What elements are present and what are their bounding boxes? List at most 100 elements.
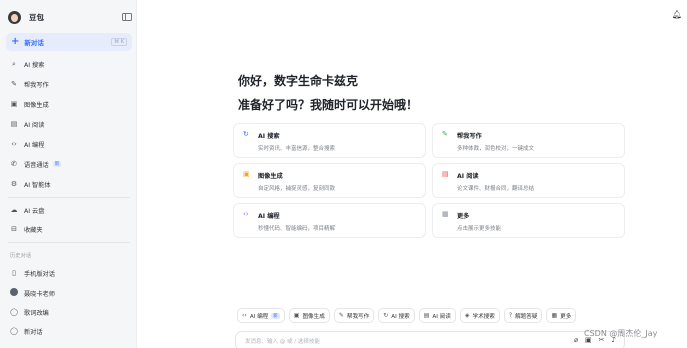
sidebar-item-label: AI 云盘 <box>24 207 45 215</box>
card-title: AI 阅读 <box>457 173 479 180</box>
sidebar-item-ai-search[interactable]: ⌕ AI 搜索 <box>6 56 132 72</box>
pen-icon: ✎ <box>442 130 448 138</box>
history-item[interactable]: 聂晓卡老师 <box>6 285 132 301</box>
history-item[interactable]: ◯ 新对话 <box>6 323 132 339</box>
academic-icon: ◈ <box>464 312 470 319</box>
chip-label: 更多 <box>560 313 572 320</box>
sidebar-item-label: AI 阅读 <box>24 121 45 129</box>
card-description: 秒懂代码、智能编码，项目精解 <box>258 226 336 232</box>
search-icon: ↻ <box>243 130 249 138</box>
sidebar-item-label: 图像生成 <box>24 101 49 109</box>
greeting-title: 你好，数字生命卡兹克 <box>238 74 359 88</box>
skill-chip-bar: ‹› AI 编程 新 ▣ 图像生成 ✎ 帮我写作 ↻ AI 搜索 ▤ AI 阅读… <box>237 308 577 323</box>
history-item-label: 手机版对话 <box>24 270 55 278</box>
chip-label: AI 搜索 <box>391 313 410 320</box>
skill-card-more[interactable]: ▦ 更多 点击展示更多技能 <box>432 203 625 238</box>
sidebar-item-label: AI 智能体 <box>24 181 51 189</box>
skill-card-ai-coding[interactable]: ‹› AI 编程 秒懂代码、智能编码，项目精解 <box>233 203 426 238</box>
image-icon: ▣ <box>10 99 18 108</box>
sidebar-item-label: AI 搜索 <box>24 61 45 69</box>
history-section-title: 历史对话 <box>10 253 32 259</box>
new-badge: 新 <box>52 161 62 167</box>
app-avatar[interactable] <box>8 10 21 24</box>
code-icon: ‹› <box>243 210 249 218</box>
book-icon: ▤ <box>442 170 449 178</box>
image-icon: ▣ <box>293 312 300 319</box>
question-icon: ? <box>508 312 513 319</box>
sidebar-item-ai-reading[interactable]: ▤ AI 阅读 <box>6 116 132 132</box>
new-badge: 新 <box>271 312 280 319</box>
sidebar-divider <box>8 197 130 198</box>
chip-ai-search[interactable]: ↻ AI 搜索 <box>378 308 415 323</box>
chip-academic-search[interactable]: ◈ 学术搜索 <box>459 308 500 323</box>
notification-icon[interactable]: 🔔︎ <box>672 10 682 19</box>
chip-label: 帮我写作 <box>346 313 370 320</box>
card-title: 更多 <box>457 213 470 220</box>
chip-writing[interactable]: ✎ 帮我写作 <box>333 308 375 323</box>
sidebar-item-ai-agent[interactable]: ⚙ AI 智能体 <box>6 176 132 192</box>
book-icon: ▤ <box>10 119 18 128</box>
chip-image-gen[interactable]: ▣ 图像生成 <box>288 308 330 323</box>
pen-icon: ✎ <box>11 79 17 88</box>
cloud-icon: ☁ <box>10 205 18 214</box>
card-title: AI 搜索 <box>258 133 280 140</box>
sidebar-item-voice-call[interactable]: ✆ 语音通话 新 <box>6 156 132 172</box>
new-chat-button[interactable]: + 新对话 ⌘ K <box>6 33 132 51</box>
sidebar-item-ai-coding[interactable]: ‹› AI 编程 <box>6 136 132 152</box>
sidebar-item-writing[interactable]: ✎ 帮我写作 <box>6 76 132 92</box>
greeting-subtitle: 准备好了吗？我随时可以开始哦！ <box>238 98 419 112</box>
book-icon: ▤ <box>423 312 430 319</box>
skill-card-image-gen[interactable]: ▣ 图像生成 自定风格，捕捉灵感，复刻同款 <box>233 163 426 198</box>
grid-icon: ▦ <box>551 312 558 319</box>
chip-ai-coding[interactable]: ‹› AI 编程 新 <box>237 308 285 323</box>
sidebar-item-label: 语音通话 <box>24 161 49 169</box>
code-icon: ‹› <box>11 139 17 148</box>
message-input[interactable] <box>245 336 505 347</box>
chip-ai-reading[interactable]: ▤ AI 阅读 <box>418 308 456 323</box>
pen-icon: ✎ <box>338 312 344 319</box>
agent-icon: ⚙ <box>10 179 18 188</box>
card-title: 帮我写作 <box>457 133 482 140</box>
card-title: 图像生成 <box>258 173 283 180</box>
sidebar-item-favorites[interactable]: ⊟ 收藏夹 <box>6 221 132 237</box>
grid-icon: ▦ <box>442 210 449 218</box>
search-icon: ↻ <box>383 312 389 319</box>
skill-card-ai-search[interactable]: ↻ AI 搜索 实时资讯、丰富信源，整合搜索 <box>233 123 426 158</box>
history-item[interactable]: ◯ 歌词改编 <box>6 304 132 320</box>
watermark: CSDN @周杰伦_Jay <box>584 329 658 338</box>
sidebar-item-label: AI 编程 <box>24 141 45 149</box>
skill-card-writing[interactable]: ✎ 帮我写作 多种体裁，润色校对，一键成文 <box>432 123 625 158</box>
attachment-icon[interactable]: ⌀ <box>574 337 578 344</box>
history-item[interactable]: ▯ 手机版对话 <box>6 265 132 281</box>
card-title: AI 编程 <box>258 213 280 220</box>
sidebar-divider <box>8 242 130 243</box>
collapse-sidebar-icon[interactable] <box>122 13 132 21</box>
avatar <box>10 288 18 296</box>
card-description: 多种体裁，润色校对，一键成文 <box>457 146 535 152</box>
phone-device-icon: ▯ <box>12 268 16 277</box>
code-icon: ‹› <box>242 312 247 319</box>
sidebar-item-label: 帮我写作 <box>24 81 49 89</box>
sidebar-item-image-gen[interactable]: ▣ 图像生成 <box>6 96 132 112</box>
chip-problem-solving[interactable]: ? 解题答疑 <box>503 308 543 323</box>
history-item-label: 新对话 <box>24 328 43 336</box>
history-item-label: 歌词改编 <box>24 309 49 317</box>
search-icon: ⌕ <box>12 59 16 68</box>
card-description: 点击展示更多技能 <box>457 226 502 232</box>
message-input-bar: ⌀ ▣ ✂ ♪ <box>235 331 625 348</box>
sidebar-header: 豆包 <box>8 8 132 26</box>
chip-label: AI 阅读 <box>432 313 451 320</box>
chat-bubble-icon: ◯ <box>10 307 18 316</box>
brand-name: 豆包 <box>29 12 44 22</box>
chip-label: AI 编程 <box>249 313 269 320</box>
chip-label: 图像生成 <box>302 313 325 320</box>
new-chat-label: 新对话 <box>24 39 44 47</box>
sidebar-item-cloud-drive[interactable]: ☁ AI 云盘 <box>6 202 132 218</box>
bookmark-icon: ⊟ <box>11 224 17 233</box>
sidebar-item-label: 收藏夹 <box>24 226 43 234</box>
skill-card-ai-reading[interactable]: ▤ AI 阅读 论文课件、财报合同，翻译总结 <box>432 163 625 198</box>
avatar <box>10 288 18 298</box>
plus-icon: + <box>11 36 20 47</box>
chip-more[interactable]: ▦ 更多 <box>546 308 577 323</box>
chip-label: 学术搜索 <box>472 313 495 320</box>
